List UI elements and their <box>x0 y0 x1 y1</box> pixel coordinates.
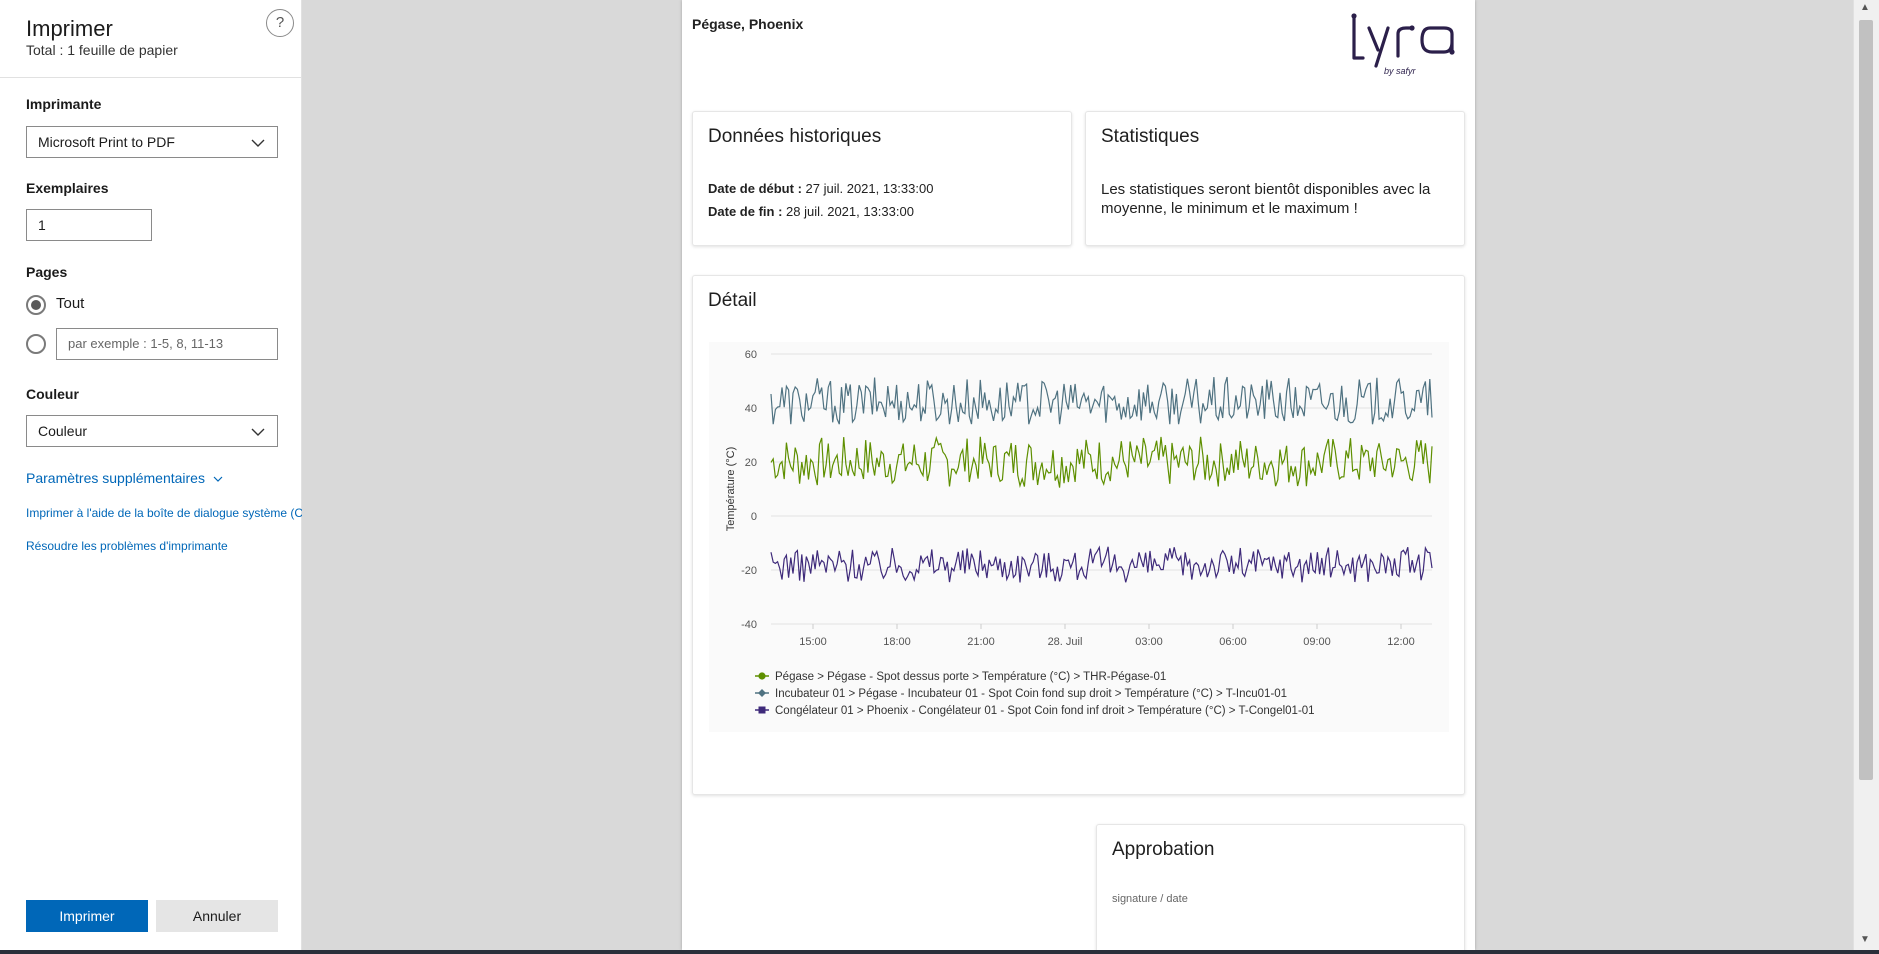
print-preview-page: Pégase, Phoenix by safyr Données histori… <box>682 0 1475 950</box>
printer-label: Imprimante <box>26 96 102 112</box>
series-line <box>770 376 1433 425</box>
detail-card: Détail 60 40 20 0 -20 -40 Température (°C) 15:0… <box>692 275 1465 795</box>
taskbar-edge <box>0 950 1879 954</box>
x-tick-label: 06:00 <box>1219 636 1247 648</box>
y-tick-label: 0 <box>751 511 757 523</box>
copies-input[interactable]: 1 <box>26 209 152 241</box>
dialog-title: Imprimer <box>26 16 113 41</box>
system-dialog-link[interactable]: Imprimer à l'aide de la boîte de dialogu… <box>26 506 302 520</box>
start-date-label: Date de début : <box>708 181 802 196</box>
approval-card: Approbation signature / date <box>1096 824 1465 950</box>
print-dialog-panel: Imprimer Total : 1 feuille de papier ? I… <box>0 0 302 954</box>
legend-marker <box>758 672 766 680</box>
color-select-value: Couleur <box>38 423 88 439</box>
x-tick-label: 21:00 <box>967 636 995 648</box>
pages-range-input[interactable]: par exemple : 1-5, 8, 11-13 <box>56 328 278 360</box>
copies-label: Exemplaires <box>26 180 109 196</box>
statistics-card: Statistiques Les statistiques seront bie… <box>1085 111 1465 246</box>
printer-select[interactable]: Microsoft Print to PDF <box>26 126 278 158</box>
end-date-line: Date de fin : 28 juil. 2021, 13:33:00 <box>708 204 914 219</box>
sheet-count: Total : 1 feuille de papier <box>26 42 178 58</box>
chevron-down-icon <box>213 476 223 482</box>
pages-custom-radio[interactable] <box>26 334 46 354</box>
troubleshoot-link[interactable]: Résoudre les problèmes d'imprimante <box>26 539 228 553</box>
chevron-down-icon <box>251 428 265 436</box>
lyra-logo: by safyr <box>1351 13 1455 76</box>
statistics-text: Les statistiques seront bientôt disponib… <box>1101 181 1431 217</box>
color-label: Couleur <box>26 386 79 402</box>
legend-label: Congélateur 01 > Phoenix - Congélateur 0… <box>775 705 1315 717</box>
y-tick-label: 20 <box>745 457 757 469</box>
cancel-button[interactable]: Annuler <box>156 900 278 932</box>
legend-marker <box>758 689 766 697</box>
end-date-value: 28 juil. 2021, 13:33:00 <box>782 204 914 219</box>
legend-marker <box>758 706 766 714</box>
location-title: Pégase, Phoenix <box>692 16 804 32</box>
pages-all-label: Tout <box>56 295 85 312</box>
color-select[interactable]: Couleur <box>26 415 278 447</box>
y-tick-label: -40 <box>741 619 757 631</box>
x-tick-label: 03:00 <box>1135 636 1163 648</box>
y-tick-label: 60 <box>745 349 757 361</box>
start-date-value: 27 juil. 2021, 13:33:00 <box>801 181 934 196</box>
start-date-line: Date de début : 27 juil. 2021, 13:33:00 <box>708 181 933 196</box>
x-tick-label: 28. Juil <box>1048 636 1083 648</box>
approval-title: Approbation <box>1112 839 1215 860</box>
statistics-title: Statistiques <box>1101 126 1200 147</box>
y-tick-label: 40 <box>745 403 757 415</box>
divider <box>0 77 302 78</box>
logo-subtitle: by safyr <box>1384 66 1417 76</box>
pages-all-radio[interactable] <box>26 295 46 315</box>
more-settings-link[interactable]: Paramètres supplémentaires <box>26 470 223 486</box>
detail-title: Détail <box>708 290 757 311</box>
x-tick-label: 12:00 <box>1387 636 1415 648</box>
temperature-chart: 60 40 20 0 -20 -40 Température (°C) 15:00 18:00 2… <box>709 342 1449 732</box>
y-tick-label: -20 <box>741 565 757 577</box>
legend-label: Incubateur 01 > Pégase - Incubateur 01 -… <box>775 688 1287 700</box>
historic-data-card: Données historiques Date de début : 27 j… <box>692 111 1072 246</box>
temperature-chart-svg: 60 40 20 0 -20 -40 Température (°C) 15:00 18:00 2… <box>725 349 1433 717</box>
more-settings-label: Paramètres supplémentaires <box>26 470 205 486</box>
series-line <box>770 545 1433 583</box>
approval-subtitle: signature / date <box>1112 893 1188 905</box>
x-tick-label: 09:00 <box>1303 636 1331 648</box>
printer-select-value: Microsoft Print to PDF <box>38 134 175 150</box>
scroll-down-icon[interactable]: ▼ <box>1860 934 1870 945</box>
pages-label: Pages <box>26 264 68 280</box>
preview-scrollbar[interactable]: ▲ ▼ <box>1853 0 1879 950</box>
print-button[interactable]: Imprimer <box>26 900 148 932</box>
y-axis-title: Température (°C) <box>725 447 737 531</box>
x-tick-label: 18:00 <box>883 636 911 648</box>
scroll-up-icon[interactable]: ▲ <box>1860 2 1870 13</box>
help-button[interactable]: ? <box>266 9 294 37</box>
chevron-down-icon <box>251 139 265 147</box>
x-tick-label: 15:00 <box>799 636 827 648</box>
end-date-label: Date de fin : <box>708 204 783 219</box>
scrollbar-thumb[interactable] <box>1859 20 1873 780</box>
historic-data-title: Données historiques <box>708 126 882 147</box>
legend-label: Pégase > Pégase - Spot dessus porte > Te… <box>775 671 1166 683</box>
